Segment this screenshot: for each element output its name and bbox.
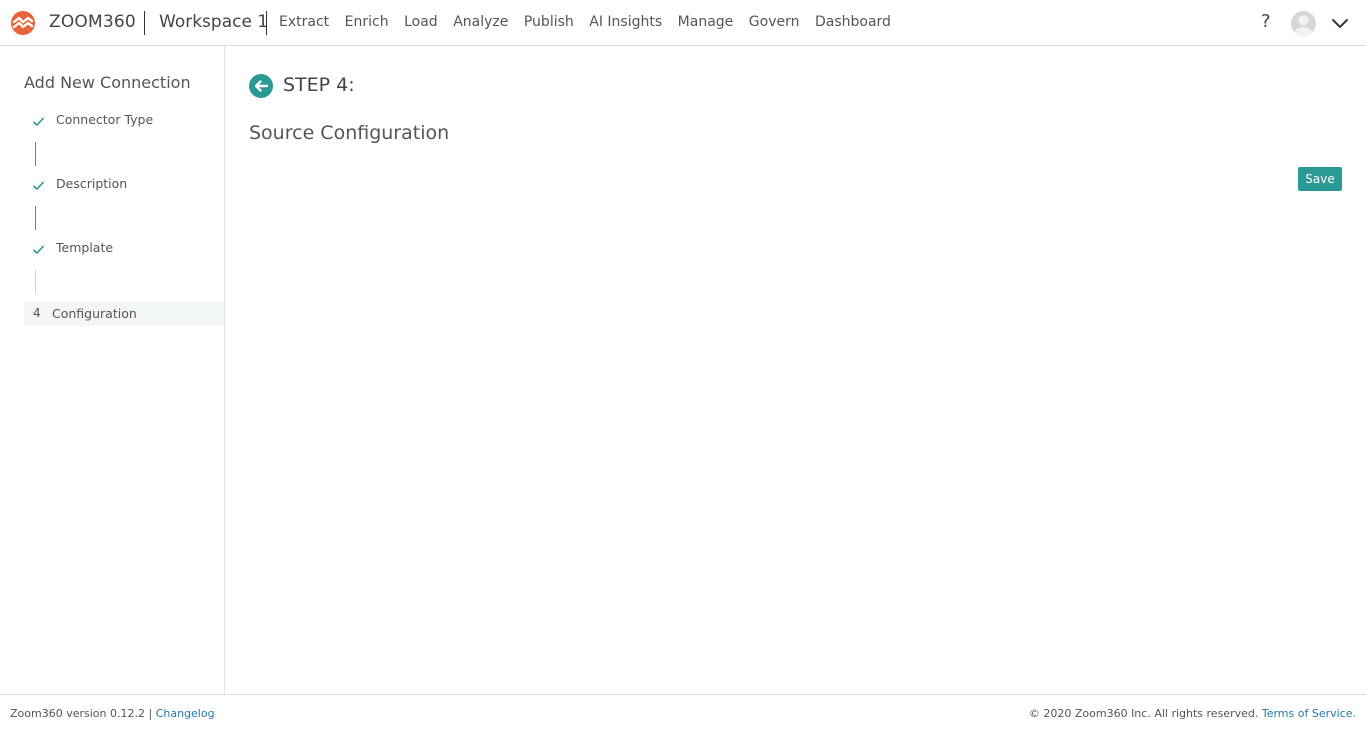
nav-govern[interactable]: Govern	[749, 14, 800, 30]
step-connector-line	[35, 206, 36, 230]
step-description[interactable]: Description	[24, 174, 224, 198]
footer-version: Zoom360 version 0.12.2 | Changelog	[10, 707, 215, 720]
check-icon	[32, 117, 45, 127]
workspace-selector[interactable]: Workspace 1	[159, 12, 268, 32]
avatar[interactable]	[1291, 11, 1316, 36]
wizard-sidebar: Add New Connection Connector Type Descri…	[0, 46, 225, 694]
step-configuration[interactable]: 4 Configuration	[24, 302, 224, 326]
divider	[266, 11, 267, 35]
footer-copyright: © 2020 Zoom360 Inc. All rights reserved.…	[1029, 707, 1356, 720]
step-heading: STEP 4:	[283, 74, 355, 96]
step-number: 4	[33, 306, 41, 320]
save-button[interactable]: Save	[1298, 167, 1342, 191]
terms-link[interactable]: Terms of Service.	[1262, 707, 1356, 720]
check-icon	[32, 181, 45, 191]
chevron-down-icon[interactable]	[1331, 16, 1349, 30]
zoom360-logo-icon[interactable]	[9, 10, 37, 36]
check-icon	[32, 245, 45, 255]
version-text: Zoom360 version 0.12.2 |	[10, 707, 153, 720]
nav-manage[interactable]: Manage	[678, 14, 734, 30]
changelog-link[interactable]: Changelog	[156, 707, 215, 720]
page-title: Source Configuration	[249, 122, 450, 144]
step-label: Template	[56, 240, 114, 255]
nav-load[interactable]: Load	[404, 14, 438, 30]
main-nav: Extract Enrich Load Analyze Publish AI I…	[279, 14, 906, 30]
nav-publish[interactable]: Publish	[524, 14, 574, 30]
step-label: Configuration	[52, 306, 137, 321]
step-connector-line	[35, 270, 36, 294]
step-connector-type[interactable]: Connector Type	[24, 110, 224, 134]
user-icon	[1294, 15, 1313, 36]
step-label: Description	[56, 176, 128, 191]
step-label: Connector Type	[56, 112, 154, 127]
nav-enrich[interactable]: Enrich	[345, 14, 389, 30]
divider	[144, 11, 145, 35]
step-connector-line	[35, 142, 36, 166]
nav-analyze[interactable]: Analyze	[453, 14, 508, 30]
back-arrow-icon[interactable]	[249, 74, 273, 98]
brand-name[interactable]: ZOOM360	[49, 12, 136, 32]
copyright-text: © 2020 Zoom360 Inc. All rights reserved.	[1028, 707, 1259, 720]
footer: Zoom360 version 0.12.2 | Changelog © 202…	[0, 694, 1366, 730]
sidebar-title: Add New Connection	[24, 73, 191, 92]
top-navbar: ZOOM360 Workspace 1 Extract Enrich Load …	[0, 0, 1366, 46]
help-icon[interactable]: ?	[1261, 11, 1271, 32]
nav-ai-insights[interactable]: AI Insights	[589, 14, 662, 30]
nav-dashboard[interactable]: Dashboard	[815, 14, 891, 30]
step-template[interactable]: Template	[24, 238, 224, 262]
nav-extract[interactable]: Extract	[279, 14, 329, 30]
